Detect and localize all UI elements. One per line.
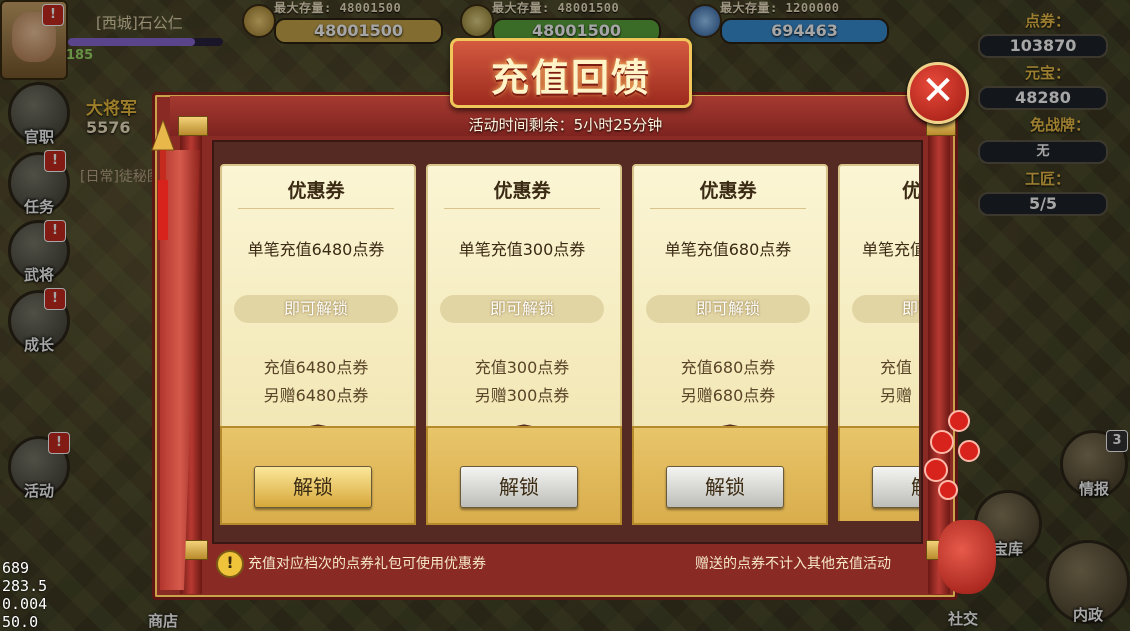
warning-icon: ! — [216, 550, 244, 578]
blossom-icon — [948, 410, 970, 432]
footer-note-left: 充值对应档次的点券礼包可使用优惠券 — [248, 556, 486, 572]
event-timer: 活动时间剩余：5小时25分钟 — [468, 116, 663, 134]
card-title: 优惠券 — [699, 180, 757, 202]
card-title: 优惠券 — [902, 180, 919, 202]
card-reward-main: 充值300点券 — [474, 358, 570, 377]
blossom-icon — [958, 440, 980, 462]
close-button[interactable]: ✕ — [907, 62, 969, 124]
unlock-button[interactable]: 解锁 — [254, 466, 372, 508]
vase-ornament — [938, 520, 996, 594]
blossom-icon — [924, 458, 948, 482]
card-condition: 单笔充值300点券 — [458, 240, 586, 259]
blossom-icon — [938, 480, 958, 500]
card-status: 即可解锁 — [646, 295, 810, 323]
card-clip: 优惠券 单笔充值 即可解锁 充值 另赠 解锁 — [838, 164, 919, 521]
footer-note-right: 赠送的点券不计入其他充值活动 — [695, 556, 891, 572]
debug-overlay: 689 283.5 0.004 50.0 — [2, 559, 47, 631]
close-icon: ✕ — [921, 68, 955, 114]
card-reward-main: 充值680点券 — [680, 358, 776, 377]
card-title: 优惠券 — [287, 180, 345, 202]
coupon-card: 优惠券 单笔充值680点券 即可解锁 充值680点券 另赠680点券 解锁 — [632, 164, 828, 525]
unlock-button[interactable]: 解锁 — [872, 466, 919, 508]
panel-title: 充值回馈 — [490, 56, 651, 100]
card-title: 优惠券 — [493, 180, 551, 202]
card-reward-bonus: 另赠680点券 — [680, 386, 776, 405]
card-reward-bonus: 另赠300点券 — [474, 386, 570, 405]
card-reward-main: 充值 — [880, 358, 913, 377]
card-status: 即可解锁 — [440, 295, 604, 323]
debug-line: 0.004 — [2, 595, 48, 613]
coupon-card: 优惠券 单笔充值300点券 即可解锁 充值300点券 另赠300点券 解锁 — [426, 164, 622, 525]
card-divider — [650, 208, 806, 209]
tassel-ornament — [151, 120, 175, 240]
debug-line: 689 — [2, 559, 30, 577]
card-divider — [238, 208, 394, 209]
card-reward-bonus: 另赠 — [880, 386, 913, 405]
card-reward-bonus: 另赠6480点券 — [263, 386, 369, 405]
card-divider — [444, 208, 600, 209]
card-condition: 单笔充值680点券 — [664, 240, 792, 259]
unlock-button[interactable]: 解锁 — [666, 466, 784, 508]
debug-line: 283.5 — [2, 577, 48, 595]
blossom-icon — [930, 430, 954, 454]
card-condition: 单笔充值 — [862, 240, 919, 259]
card-status: 即可解锁 — [852, 295, 919, 323]
debug-line: 50.0 — [2, 613, 39, 631]
card-reward-main: 充值6480点券 — [263, 358, 369, 377]
unlock-button[interactable]: 解锁 — [460, 466, 578, 508]
panel-title-plaque: 充值回馈 — [450, 38, 692, 108]
coupon-card: 优惠券 单笔充值 即可解锁 充值 另赠 解锁 — [838, 164, 919, 521]
card-condition: 单笔充值6480点券 — [247, 240, 385, 259]
card-status: 即可解锁 — [234, 295, 398, 323]
coupon-card: 优惠券 单笔充值6480点券 即可解锁 充值6480点券 另赠6480点券 解锁 — [220, 164, 416, 525]
pillar-cap — [178, 116, 208, 136]
